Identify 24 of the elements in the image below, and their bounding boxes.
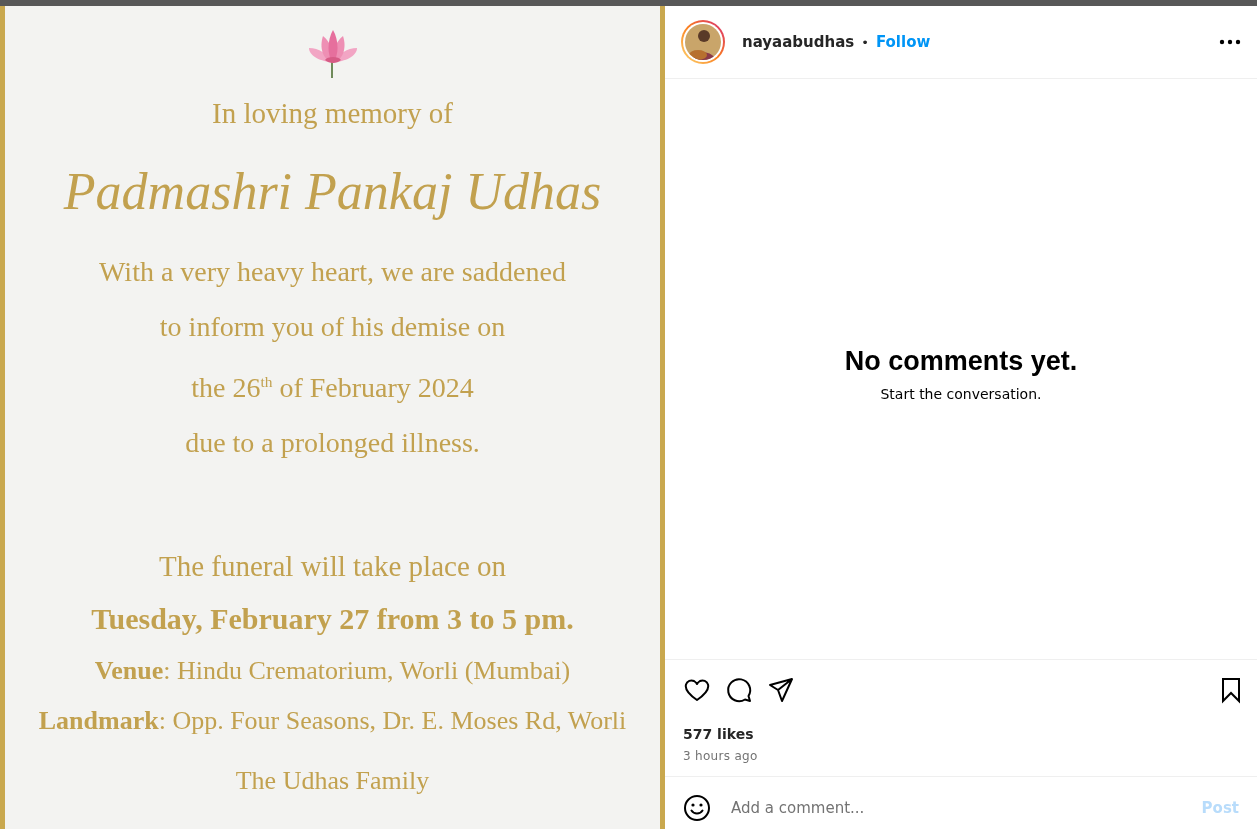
- intro-text: In loving memory of: [212, 96, 453, 130]
- comment-field[interactable]: Add a comment...: [729, 798, 1196, 818]
- more-options-icon[interactable]: [1219, 39, 1241, 45]
- funeral-date: Tuesday, February 27 from 3 to 5 pm.: [91, 601, 574, 638]
- detail-line: Venue: Hindu Crematorium, Worli (Mumbai): [94, 655, 571, 688]
- likes-count[interactable]: 577 likes: [665, 704, 1257, 742]
- username[interactable]: nayaabudhas: [742, 33, 855, 51]
- signature-text: The Udhas Family: [235, 765, 430, 798]
- empty-comments-hint: Start the conversation.: [880, 386, 1042, 402]
- emoji-icon[interactable]: [683, 794, 711, 822]
- message-line: With a very heavy heart, we are saddened: [99, 255, 566, 289]
- heart-icon[interactable]: [683, 676, 711, 704]
- message-line: to inform you of his demise on: [159, 310, 506, 344]
- message-line: due to a prolonged illness.: [185, 426, 480, 461]
- detail-line: Landmark: Opp. Four Seasons, Dr. E. Moses Rd, Worli: [38, 705, 627, 738]
- comment-icon[interactable]: [725, 676, 753, 704]
- avatar[interactable]: [680, 19, 726, 65]
- empty-comments-title: No comments yet.: [844, 346, 1078, 377]
- separator-dot: •: [861, 34, 869, 50]
- message-line: the 26$^{th}$ of February 2024: [191, 371, 474, 406]
- funeral-text: The funeral will take place on: [158, 549, 506, 585]
- share-icon[interactable]: [767, 676, 795, 704]
- post-time: 3 hours ago: [682, 748, 759, 763]
- name-heading: Padmashri Pankaj Udhas: [63, 162, 602, 222]
